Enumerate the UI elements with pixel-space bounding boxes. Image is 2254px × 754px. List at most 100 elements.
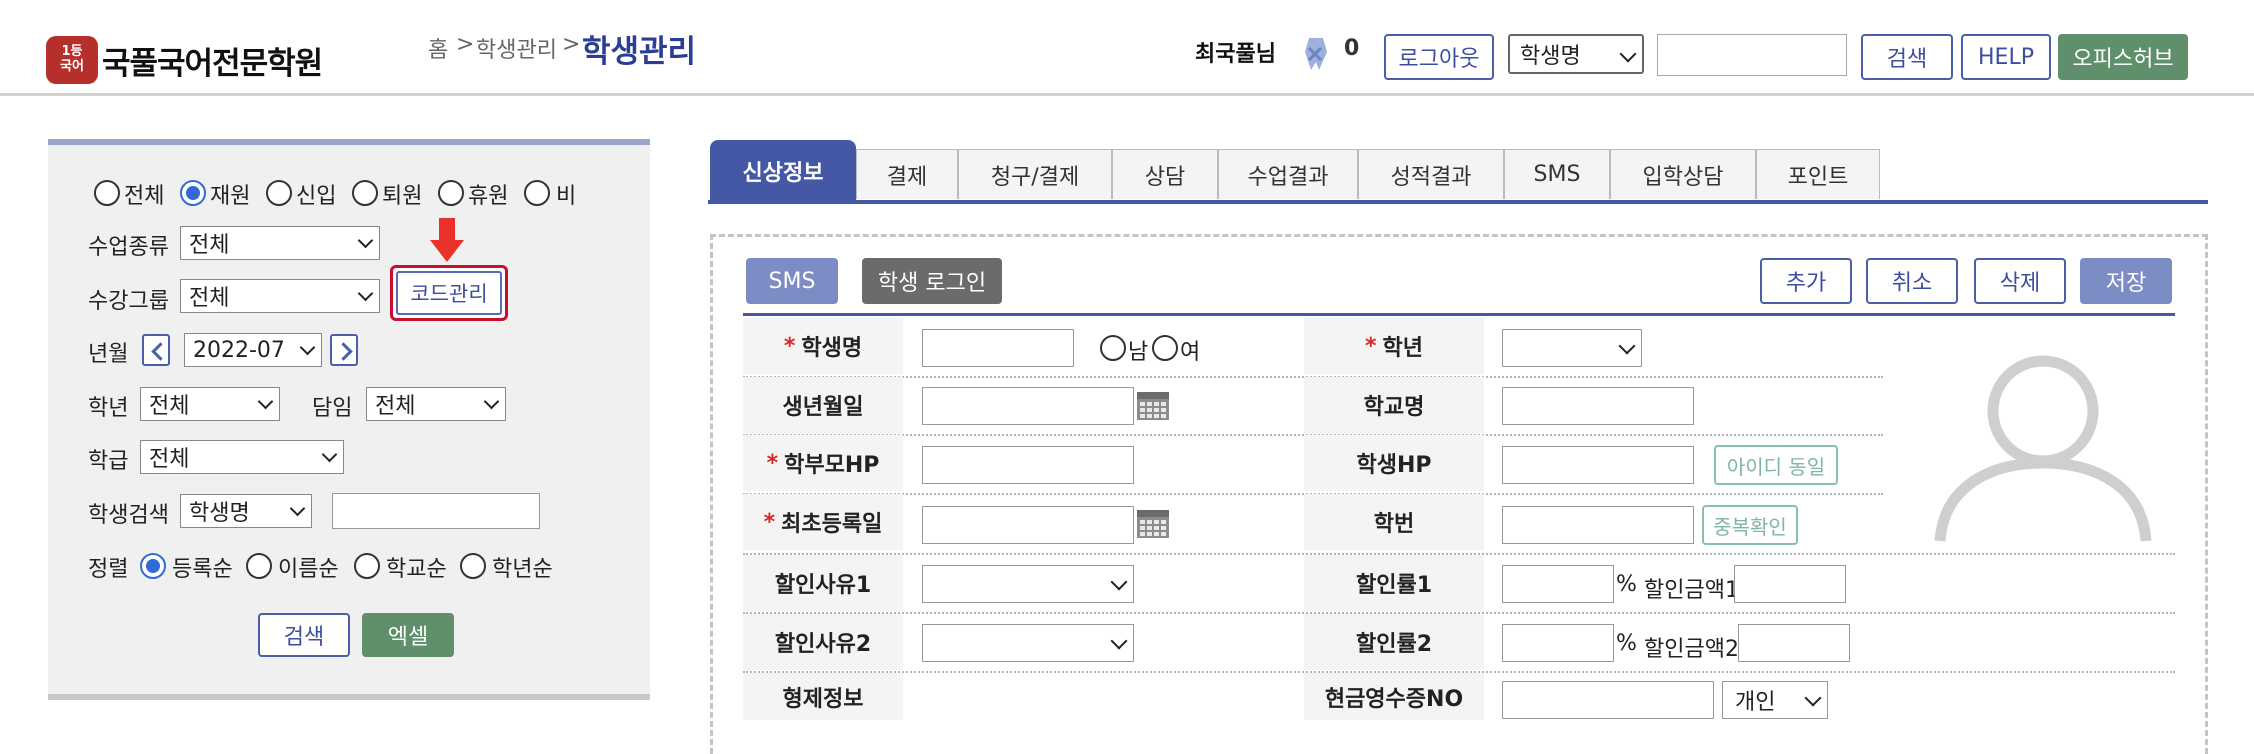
- class-select[interactable]: 전체: [140, 440, 344, 474]
- sort-label: 정렬: [88, 557, 129, 582]
- cash-receipt-label: 현금영수증NO: [1304, 673, 1484, 720]
- officehub-button[interactable]: 오피스허브: [2058, 34, 2188, 80]
- month-select[interactable]: 2022-07: [184, 333, 322, 367]
- save-button[interactable]: 저장: [2080, 258, 2172, 304]
- discount-amount2-input[interactable]: [1738, 624, 1850, 662]
- status-radio-enrolled[interactable]: [180, 180, 206, 206]
- discount-rate2-input[interactable]: [1502, 624, 1614, 662]
- teacher-select[interactable]: 전체: [366, 387, 506, 421]
- header-search-input[interactable]: [1657, 34, 1847, 76]
- discount-reason1-label: 할인사유1: [743, 555, 903, 611]
- sort-radio-name[interactable]: [246, 553, 272, 579]
- discount-rate1-label: 할인률1: [1304, 555, 1484, 611]
- logo-text: 국풀국어전문학원: [102, 46, 323, 82]
- tab-billing[interactable]: 청구/결제: [958, 149, 1112, 199]
- code-manage-label: 코드관리: [396, 271, 502, 315]
- tab-class-result[interactable]: 수업결과: [1218, 149, 1358, 199]
- class-label: 학급: [88, 449, 129, 474]
- student-login-button[interactable]: 학생 로그인: [862, 258, 1002, 304]
- tab-consult[interactable]: 상담: [1112, 149, 1218, 199]
- header-search-button[interactable]: 검색: [1861, 34, 1953, 80]
- excel-button[interactable]: 엑셀: [362, 613, 454, 657]
- parent-hp-input[interactable]: [922, 446, 1134, 484]
- school-name-input[interactable]: [1502, 387, 1694, 425]
- cash-receipt-input[interactable]: [1502, 681, 1714, 719]
- chevron-down-icon: [1110, 632, 1128, 650]
- status-radio-other[interactable]: [524, 180, 550, 206]
- chevron-down-icon: [357, 232, 374, 249]
- cancel-button[interactable]: 취소: [1866, 258, 1958, 304]
- student-search-input[interactable]: [332, 493, 540, 529]
- student-name-input[interactable]: [922, 329, 1074, 367]
- sort-radio-grade[interactable]: [460, 553, 486, 579]
- receipt-type-select[interactable]: 개인: [1722, 681, 1828, 719]
- sort-radio-registered[interactable]: [140, 553, 166, 579]
- student-no-input[interactable]: [1502, 506, 1694, 544]
- calendar-icon[interactable]: [1136, 391, 1170, 421]
- status-radio-leave[interactable]: [438, 180, 464, 206]
- arrow-down-icon: [430, 218, 464, 262]
- chevron-down-icon: [1618, 337, 1636, 355]
- status-radio-all[interactable]: [94, 180, 120, 206]
- student-search-label: 학생검색: [88, 503, 169, 528]
- sibling-info-label: 형제정보: [743, 673, 903, 720]
- prev-month-button[interactable]: [142, 334, 170, 366]
- student-hp-input[interactable]: [1502, 446, 1694, 484]
- next-month-button[interactable]: [330, 334, 358, 366]
- tab-grade-result[interactable]: 성적결과: [1358, 149, 1504, 199]
- month-value: 2022-07: [193, 337, 285, 363]
- chevron-down-icon: [357, 285, 374, 302]
- grade-value: 전체: [149, 394, 190, 419]
- parent-hp-label: * 학부모HP: [743, 435, 903, 491]
- chevron-down-icon: [1110, 573, 1128, 591]
- status-radio-withdrawn[interactable]: [352, 180, 378, 206]
- class-type-select[interactable]: 전체: [180, 226, 380, 260]
- tab-admission-consult[interactable]: 입학상담: [1610, 149, 1756, 199]
- chevron-down-icon: [257, 393, 274, 410]
- breadcrumb-student-manage[interactable]: 학생관리: [476, 32, 557, 64]
- student-search-type-select[interactable]: 학생명: [180, 494, 312, 528]
- breadcrumb-home[interactable]: 홈: [428, 32, 448, 64]
- tab-point[interactable]: 포인트: [1756, 149, 1880, 199]
- sms-button[interactable]: SMS: [746, 258, 838, 304]
- dup-check-button[interactable]: 중복확인: [1702, 505, 1798, 545]
- sort-radio-school[interactable]: [354, 553, 380, 579]
- discount-reason2-select[interactable]: [922, 624, 1134, 662]
- add-button[interactable]: 추가: [1760, 258, 1852, 304]
- header-search-type-select[interactable]: 학생명: [1508, 34, 1644, 74]
- logout-button[interactable]: 로그아웃: [1384, 34, 1494, 80]
- status-label-leave: 휴원: [468, 184, 509, 209]
- required-mark: *: [766, 450, 779, 476]
- filter-search-button[interactable]: 검색: [258, 613, 350, 657]
- gender-male-radio[interactable]: [1100, 335, 1126, 361]
- tab-sms[interactable]: SMS: [1504, 149, 1610, 199]
- grade-field-select[interactable]: [1502, 329, 1642, 367]
- help-button[interactable]: HELP: [1961, 34, 2051, 80]
- notification-count: 0: [1344, 36, 1360, 61]
- school-name-label: 학교명: [1304, 377, 1484, 433]
- calendar-icon[interactable]: [1136, 509, 1170, 539]
- discount-reason1-select[interactable]: [922, 565, 1134, 603]
- delete-button[interactable]: 삭제: [1974, 258, 2066, 304]
- sort-label-name: 이름순: [278, 557, 339, 582]
- breadcrumb-separator: >: [456, 32, 475, 57]
- teacher-value: 전체: [375, 394, 416, 419]
- discount-rate1-input[interactable]: [1502, 565, 1614, 603]
- discount-amount1-input[interactable]: [1734, 565, 1846, 603]
- status-label-all: 전체: [124, 184, 165, 209]
- ribbon-icon[interactable]: [1303, 36, 1329, 72]
- same-id-button[interactable]: 아이디 동일: [1714, 445, 1838, 485]
- code-manage-button[interactable]: 코드관리: [390, 265, 508, 321]
- group-select[interactable]: 전체: [180, 279, 380, 313]
- receipt-type-value: 개인: [1735, 690, 1776, 715]
- chevron-down-icon: [321, 446, 338, 463]
- gender-female-radio[interactable]: [1152, 335, 1178, 361]
- tab-personal-info[interactable]: 신상정보: [710, 140, 856, 200]
- grade-select[interactable]: 전체: [140, 387, 280, 421]
- class-value: 전체: [149, 447, 190, 472]
- discount-amount2-label: 할인금액2: [1644, 637, 1739, 662]
- status-radio-new[interactable]: [266, 180, 292, 206]
- birth-date-input[interactable]: [922, 387, 1134, 425]
- tab-payment[interactable]: 결제: [856, 149, 958, 199]
- first-reg-date-input[interactable]: [922, 506, 1134, 544]
